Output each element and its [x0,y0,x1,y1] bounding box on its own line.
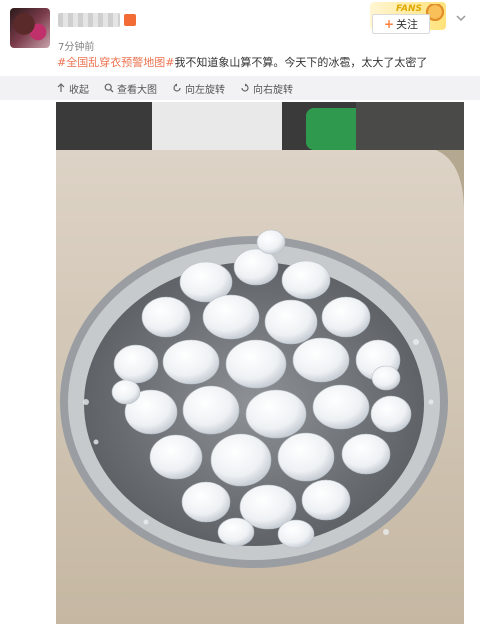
user-avatar[interactable] [10,8,50,48]
hailstones-photo-drawing [56,102,464,624]
chevron-down-icon[interactable] [454,12,468,26]
weibo-post-card: 7分钟前 FANS + 关注 #全国乱穿衣预警地图#我不知道象山算不算。今天下的… [0,0,480,624]
rotate-right-label: 向右旋转 [253,84,293,96]
post-text-content: 我不知道象山算不算。今天下的冰雹，太大了太密了 [174,56,428,69]
follow-button[interactable]: + 关注 [372,14,430,34]
image-toolbar: 收起 查看大图 向左旋转 向右旋转 [0,76,480,100]
user-nickname-blurred[interactable] [58,13,120,27]
hailstones-photo[interactable] [56,102,464,624]
rotate-right-icon [240,83,250,93]
view-large-label: 查看大图 [117,84,157,96]
hashtag-link[interactable]: #全国乱穿衣预警地图# [57,56,174,69]
rotate-left-button[interactable]: 向左旋转 [172,76,225,100]
post-timestamp[interactable]: 7分钟前 [58,38,94,53]
view-large-button[interactable]: 查看大图 [104,76,157,100]
collapse-button[interactable]: 收起 [56,76,89,100]
post-body: #全国乱穿衣预警地图#我不知道象山算不算。今天下的冰雹，太大了太密了 [57,55,467,71]
rotate-left-icon [172,83,182,93]
rotate-left-label: 向左旋转 [185,84,225,96]
fans-badge-label: FANS [396,4,422,14]
follow-button-label: 关注 [396,18,419,31]
collapse-label: 收起 [69,84,89,96]
collapse-arrow-icon [56,83,66,93]
rotate-right-button[interactable]: 向右旋转 [240,76,293,100]
magnifier-icon [104,83,114,93]
user-level-badge-icon [124,14,136,26]
plus-icon: + [383,17,395,31]
